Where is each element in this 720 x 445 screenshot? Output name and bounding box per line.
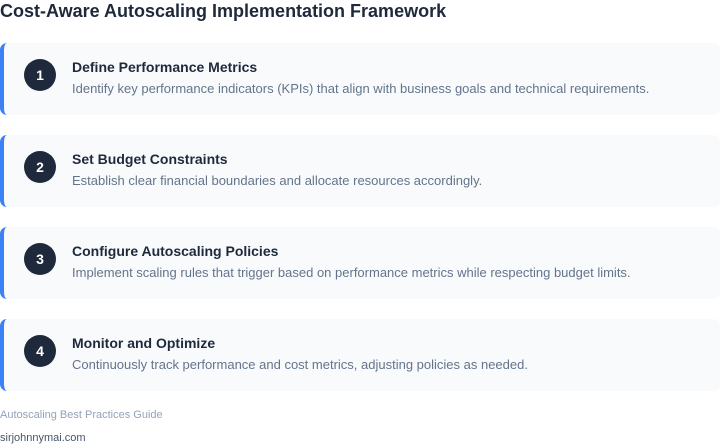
- step-card: 4 Monitor and Optimize Continuously trac…: [0, 319, 720, 391]
- step-number-badge: 3: [24, 243, 56, 275]
- step-title: Define Performance Metrics: [72, 59, 258, 75]
- step-title: Monitor and Optimize: [72, 335, 216, 351]
- step-list: 1 Define Performance Metrics Identify ke…: [0, 43, 720, 411]
- footer-note: Autoscaling Best Practices Guide: [0, 409, 163, 421]
- step-number-badge: 4: [24, 335, 56, 367]
- page-title: Cost-Aware Autoscaling Implementation Fr…: [0, 1, 447, 21]
- step-description: Identify key performance indicators (KPI…: [72, 81, 650, 96]
- step-number-badge: 2: [24, 151, 56, 183]
- step-title: Set Budget Constraints: [72, 151, 228, 167]
- step-description: Continuously track performance and cost …: [72, 357, 528, 372]
- step-title: Configure Autoscaling Policies: [72, 243, 279, 259]
- step-description: Establish clear financial boundaries and…: [72, 173, 483, 188]
- step-card: 3 Configure Autoscaling Policies Impleme…: [0, 227, 720, 299]
- step-number-badge: 1: [24, 59, 56, 91]
- step-card: 1 Define Performance Metrics Identify ke…: [0, 43, 720, 115]
- footer-site-url: sirjohnnymai.com: [0, 432, 86, 444]
- step-description: Implement scaling rules that trigger bas…: [72, 265, 631, 280]
- step-card: 2 Set Budget Constraints Establish clear…: [0, 135, 720, 207]
